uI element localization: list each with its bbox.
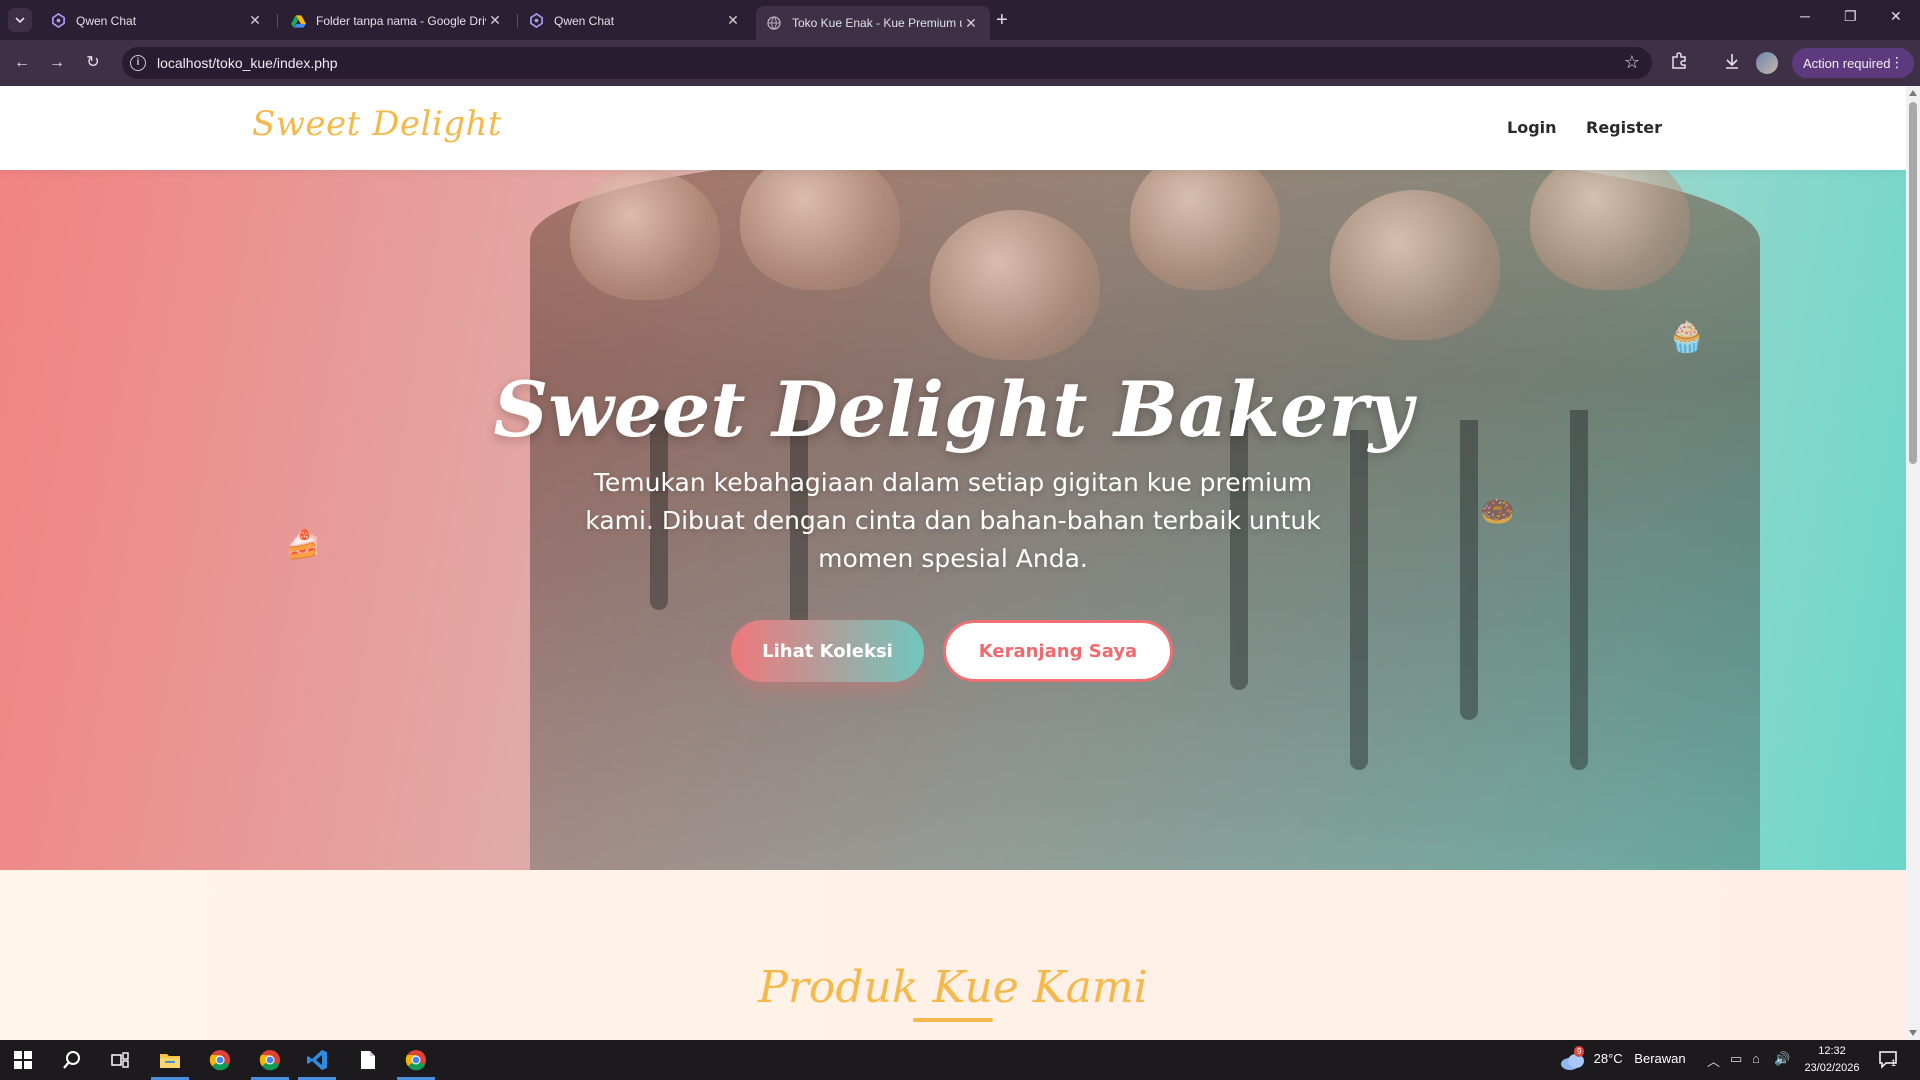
products-section: Produk Kue Kami (0, 870, 1906, 1040)
google-drive-icon (290, 13, 306, 29)
browser-tab-bar: Qwen Chat ✕ Folder tanpa nama - Google D… (0, 0, 1920, 40)
clock-date: 23/02/2026 (1804, 1062, 1860, 1074)
close-tab-icon[interactable]: ✕ (724, 12, 742, 29)
cloud-icon: 9 (1560, 1045, 1586, 1070)
bookmark-star-icon[interactable]: ☆ (1624, 52, 1640, 73)
network-icon[interactable]: ⌂ (1752, 1051, 1760, 1066)
profile-avatar[interactable] (1756, 52, 1778, 74)
weather-badge: 9 (1574, 1045, 1585, 1057)
minimize-icon[interactable]: ─ (1800, 8, 1810, 24)
action-required-button[interactable]: Action required ⋮ (1792, 48, 1914, 78)
site-logo[interactable]: Sweet Delight (252, 104, 502, 144)
tab-title: Toko Kue Enak - Kue Premium untuk Momen … (792, 16, 962, 30)
cake-slice-icon: 🍰 (286, 529, 321, 560)
notification-count: 1 (1891, 1058, 1897, 1068)
frosting-swirl (570, 170, 720, 300)
tab-google-drive[interactable]: Folder tanpa nama - Google Drive ✕ (280, 6, 514, 35)
frosting-swirl (740, 170, 900, 290)
hero-section: 🧁 🍩 🍰 Sweet Delight Bakery Temukan kebah… (0, 170, 1906, 870)
close-tab-icon[interactable]: ✕ (486, 12, 504, 29)
frosting-swirl (1330, 190, 1500, 340)
more-menu-icon[interactable]: ⋮ (1890, 54, 1904, 71)
action-required-label: Action required (1803, 55, 1891, 71)
restore-icon[interactable]: ❐ (1844, 8, 1857, 25)
scroll-up-arrow-icon[interactable] (1909, 90, 1917, 96)
forward-arrow-icon[interactable]: → (46, 52, 68, 74)
nav-login-link[interactable]: Login (1507, 118, 1557, 137)
chocolate-drip (1570, 410, 1588, 770)
windows-start-icon[interactable] (11, 1048, 35, 1072)
close-tab-icon[interactable]: ✕ (246, 12, 264, 29)
reload-icon[interactable]: ↻ (82, 52, 104, 74)
volume-icon[interactable]: 🔊 (1774, 1051, 1790, 1067)
extensions-puzzle-icon[interactable] (1668, 52, 1690, 74)
search-icon[interactable] (60, 1048, 84, 1072)
weather-text: Berawan (1634, 1051, 1686, 1066)
qwen-icon (50, 13, 66, 29)
title-underline (913, 1018, 993, 1022)
tab-search-chevron-icon[interactable] (8, 8, 32, 32)
lihat-koleksi-button[interactable]: Lihat Koleksi (731, 620, 924, 682)
keranjang-saya-button[interactable]: Keranjang Saya (943, 620, 1173, 682)
site-navbar: Sweet Delight Login Register (0, 86, 1906, 170)
system-clock[interactable]: 12:32 23/02/2026 (1800, 1043, 1864, 1077)
frosting-swirl (1530, 170, 1690, 290)
tab-title: Qwen Chat (76, 13, 137, 28)
url-text[interactable]: localhost/toko_kue/index.php (157, 55, 338, 71)
hero-title: Sweet Delight Bakery (493, 365, 1413, 454)
file-explorer-icon[interactable] (158, 1048, 182, 1072)
tab-qwen-chat-2[interactable]: Qwen Chat ✕ (518, 6, 752, 35)
task-view-icon[interactable] (108, 1048, 132, 1072)
clock-time: 12:32 (1818, 1045, 1846, 1057)
weather-widget[interactable]: 9 28°C Berawan (1560, 1045, 1686, 1070)
page-viewport: Sweet Delight Login Register 🧁 🍩 🍰 Sweet… (0, 86, 1906, 1040)
download-icon[interactable] (1721, 52, 1743, 74)
chrome-icon[interactable] (208, 1048, 232, 1072)
chocolate-drip (1350, 430, 1368, 770)
back-arrow-icon[interactable]: ← (11, 52, 33, 74)
scroll-down-arrow-icon[interactable] (1909, 1030, 1917, 1036)
cupcake-icon: 🧁 (1668, 321, 1706, 354)
frosting-swirl (930, 210, 1100, 360)
tab-divider (277, 14, 278, 28)
donut-icon: 🍩 (1480, 496, 1515, 527)
products-title: Produk Kue Kami (758, 962, 1148, 1013)
weather-temp: 28°C (1593, 1051, 1623, 1066)
new-tab-plus-icon[interactable]: + (996, 10, 1008, 30)
notification-center-icon[interactable]: 1 (1878, 1049, 1898, 1072)
tab-qwen-chat-1[interactable]: Qwen Chat ✕ (40, 6, 274, 35)
frosting-swirl (1130, 170, 1280, 290)
device-icon[interactable]: ▭ (1730, 1051, 1742, 1067)
close-tab-icon[interactable]: ✕ (962, 15, 980, 32)
qwen-icon (528, 13, 544, 29)
chrome-profile-icon[interactable] (258, 1048, 282, 1072)
hero-subtitle: Temukan kebahagiaan dalam setiap gigitan… (585, 468, 1321, 573)
address-bar[interactable]: i localhost/toko_kue/index.php ☆ (122, 47, 1652, 79)
chocolate-drip (1460, 420, 1478, 720)
tab-title: Folder tanpa nama - Google Drive (316, 13, 486, 28)
globe-icon (766, 15, 782, 31)
windows-taskbar: 9 28°C Berawan ︿ ▭ ⌂ 🔊 12:32 23/02/2026 … (0, 1040, 1920, 1080)
chrome-alt-icon[interactable] (404, 1048, 428, 1072)
notepad-file-icon[interactable] (356, 1048, 380, 1072)
chevron-up-icon[interactable]: ︿ (1707, 1051, 1720, 1070)
close-window-icon[interactable]: ✕ (1890, 8, 1902, 25)
nav-register-link[interactable]: Register (1586, 118, 1662, 137)
tab-title: Qwen Chat (554, 13, 615, 28)
site-info-icon[interactable]: i (130, 55, 146, 71)
scrollbar-thumb[interactable] (1909, 102, 1917, 464)
tab-toko-kue[interactable]: Toko Kue Enak - Kue Premium untuk Momen … (756, 6, 990, 40)
vscode-icon[interactable] (305, 1048, 329, 1072)
page-scrollbar[interactable] (1906, 86, 1920, 1040)
